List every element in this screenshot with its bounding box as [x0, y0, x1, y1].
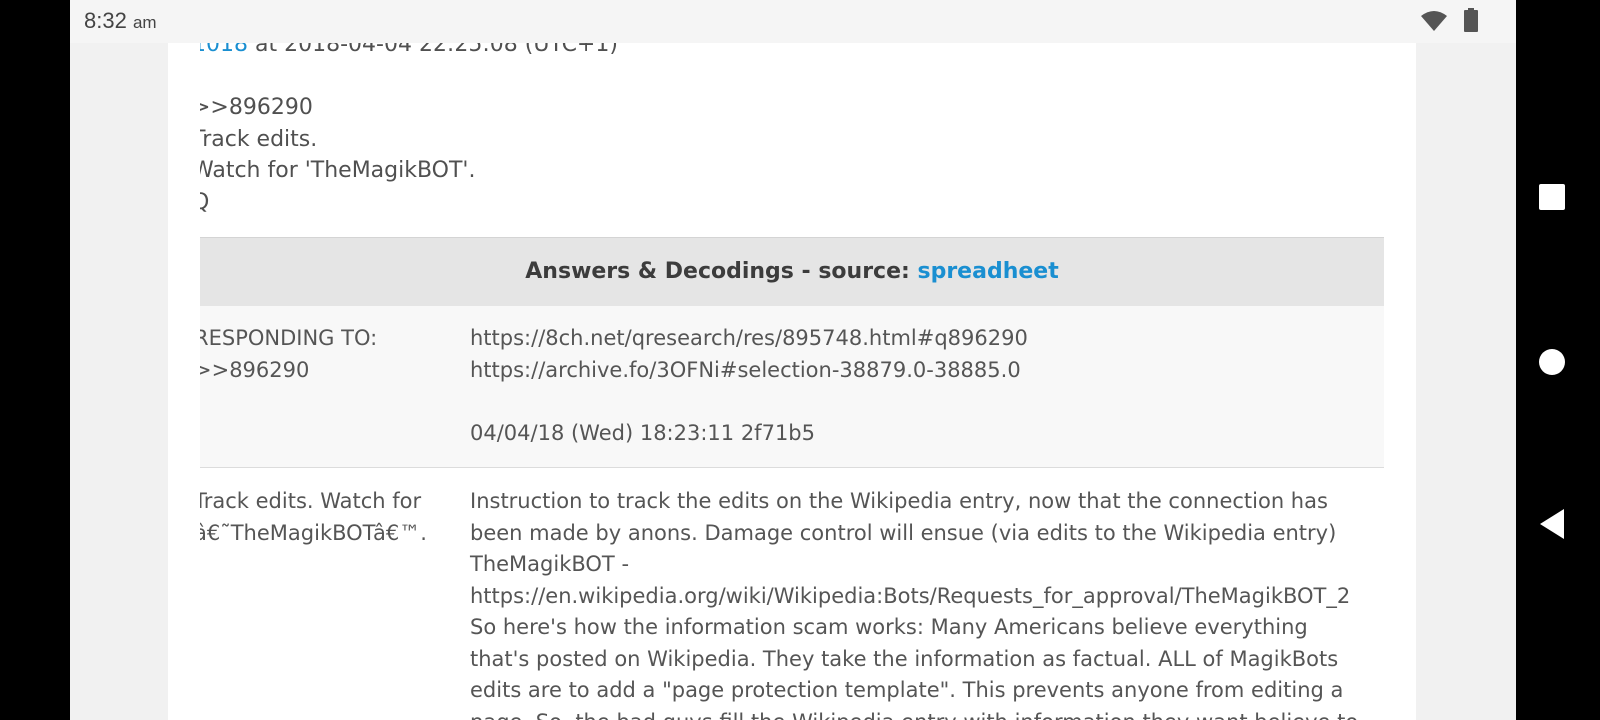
answers-title: Answers & Decodings - source: [525, 259, 918, 284]
table-row: Track edits. Watch for â€˜TheMagikBOTâ€™… [200, 468, 1384, 720]
row-label-cell: RESPONDING TO: >>896290 [200, 323, 377, 386]
decoding-line: Instruction to track the edits on the Wi… [470, 489, 1328, 513]
spreadsheet-link[interactable]: spreadheet [917, 259, 1058, 284]
back-icon[interactable] [1538, 508, 1566, 540]
decoding-line: https://en.wikipedia.org/wiki/Wikipedia:… [470, 583, 1351, 608]
table-row: RESPONDING TO: >>896290 https://8ch.net/… [200, 306, 1384, 468]
status-bar: 8:32 am [70, 0, 1516, 43]
device-screen: 8:32 am 1018 at 2018-04-04 22:25:08 (UTC… [70, 0, 1516, 720]
status-time: 8:32 am [84, 8, 157, 34]
post-signature: Q [200, 189, 210, 215]
home-icon[interactable] [1538, 348, 1566, 376]
decoding-line: So here's how the information scam works… [470, 615, 1308, 639]
post-line: Watch for 'TheMagikBOT'. [200, 158, 476, 183]
row-value-cell: https://8ch.net/qresearch/res/895748.htm… [470, 323, 1028, 449]
decoding-line: been made by anons. Damage control will … [470, 520, 1337, 545]
responding-to-ref: >>896290 [200, 357, 310, 382]
battery-icon [1464, 8, 1478, 32]
content-page: 1018 at 2018-04-04 22:25:08 (UTC+1) >>89… [168, 0, 1416, 720]
source-url[interactable]: https://8ch.net/qresearch/res/895748.htm… [470, 323, 1028, 355]
recent-apps-icon[interactable] [1538, 183, 1566, 211]
decoding-line: TheMagikBOT - [470, 552, 630, 576]
answers-header: Answers & Decodings - source: spreadheet [200, 237, 1384, 307]
status-time-value: 8:32 [84, 8, 127, 33]
post-body: 1018 at 2018-04-04 22:25:08 (UTC+1) >>89… [200, 29, 1292, 218]
decoding-line: page. So, the bad guys fill the Wikipedi… [470, 707, 1358, 720]
post-date: 04/04/18 (Wed) 18:23:11 2f71b5 [470, 420, 815, 445]
decoding-text: Instruction to track the edits on the Wi… [470, 486, 1358, 720]
archive-url[interactable]: https://archive.fo/3OFNi#selection-38879… [470, 355, 1028, 387]
post-line: Track edits. [200, 126, 318, 152]
quote-line: â€˜TheMagikBOTâ€™. [200, 520, 427, 545]
status-time-ampm: am [132, 13, 157, 32]
responding-to-label: RESPONDING TO: [200, 326, 378, 350]
quote-line: Track edits. Watch for [200, 489, 422, 513]
wifi-icon [1421, 11, 1447, 31]
content-clip: 1018 at 2018-04-04 22:25:08 (UTC+1) >>89… [200, 0, 1384, 720]
decoding-line: that's posted on Wikipedia. They take th… [470, 646, 1339, 671]
navigation-bar [1516, 0, 1600, 720]
row-label-cell: Track edits. Watch for â€˜TheMagikBOTâ€™… [200, 486, 427, 549]
post-line: >>896290 [200, 95, 313, 120]
decoding-line: edits are to add a "page protection temp… [470, 678, 1344, 702]
